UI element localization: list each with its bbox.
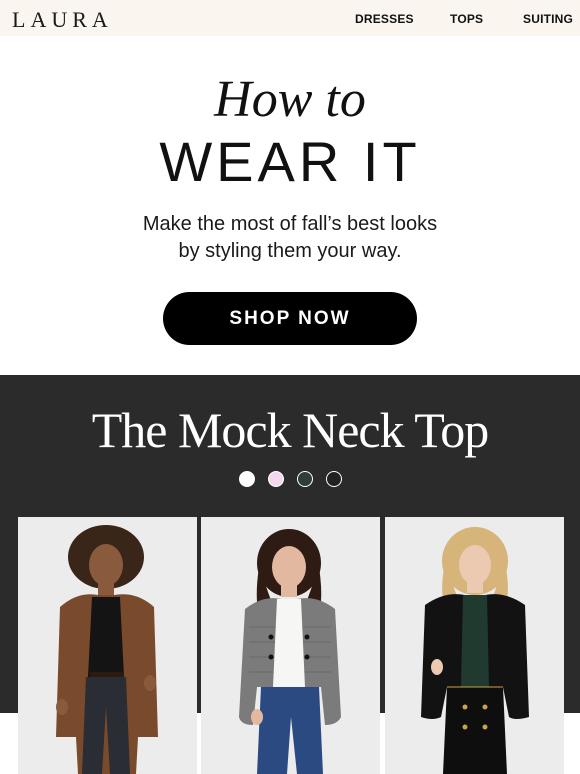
- color-swatch-green[interactable]: [297, 471, 313, 487]
- color-swatch-black[interactable]: [326, 471, 342, 487]
- color-swatch-white[interactable]: [239, 471, 255, 487]
- nav-link-tops[interactable]: TOPS: [450, 12, 483, 26]
- hero-subtitle-line-2: by styling them your way.: [178, 240, 402, 262]
- feature-title: The Mock Neck Top: [91, 402, 490, 458]
- top-nav-bar: LAURA DRESSES TOPS SUITING: [0, 0, 580, 36]
- brand-logo[interactable]: LAURA: [12, 7, 113, 33]
- hero-subtitle: Make the most of fall’s best looks by st…: [0, 211, 580, 265]
- hero-subtitle-line-1: Make the most of fall’s best looks: [142, 213, 438, 235]
- color-swatch-pink[interactable]: [268, 471, 284, 487]
- nav-link-suiting[interactable]: SUITING: [523, 12, 573, 26]
- email-page: LAURA DRESSES TOPS SUITING How to WEAR I…: [0, 0, 580, 774]
- hero-title: WEAR IT: [159, 130, 421, 193]
- bottom-band: [0, 713, 580, 774]
- hero-script-title: How to: [214, 71, 366, 128]
- nav-link-dresses[interactable]: DRESSES: [355, 12, 414, 26]
- shop-now-button[interactable]: SHOP NOW: [163, 292, 417, 345]
